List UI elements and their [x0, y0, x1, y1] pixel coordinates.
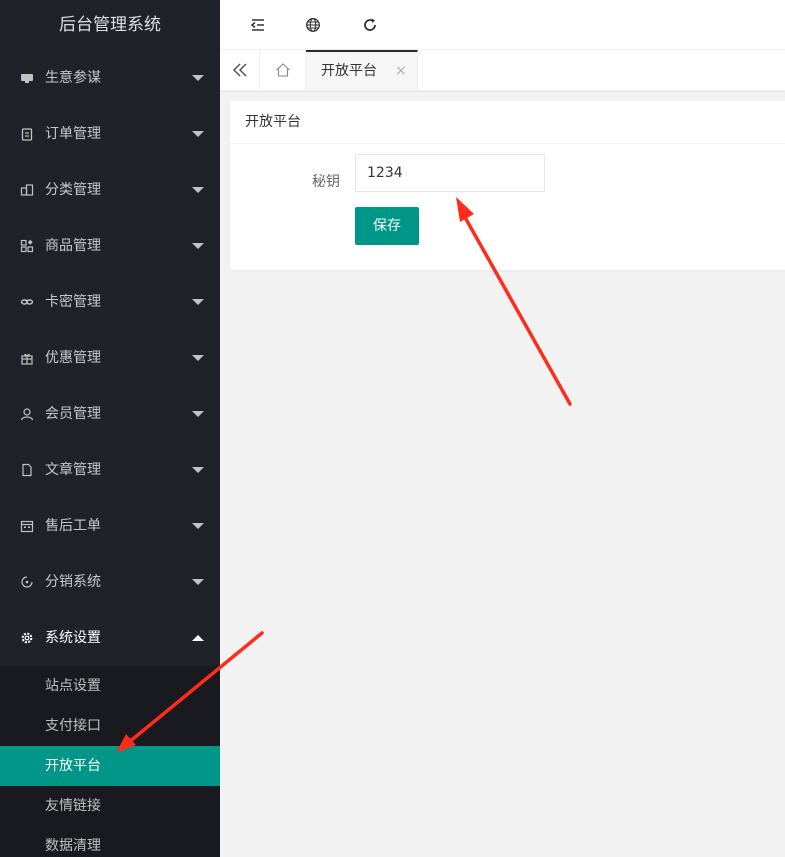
sidebar-item-label: 优惠管理	[45, 350, 101, 366]
open-platform-card: 开放平台 秘钥 保存	[230, 101, 785, 270]
gear-icon	[19, 610, 35, 666]
sidebar-item-distribution[interactable]: 分销系统	[0, 554, 220, 610]
card-title: 开放平台	[230, 101, 785, 144]
category-icon	[19, 162, 35, 218]
sidebar-item-aftersales[interactable]: 售后工单	[0, 498, 220, 554]
share-icon	[19, 554, 35, 610]
secret-key-label: 秘钥	[312, 174, 340, 190]
sidebar-subitem-open-platform[interactable]: 开放平台	[0, 746, 220, 786]
language-button[interactable]	[293, 0, 333, 50]
settings-submenu: 站点设置 支付接口 开放平台 友情链接 数据清理	[0, 666, 220, 857]
tabs-scroll-left-button[interactable]	[220, 50, 260, 90]
sidebar-subitem-payment[interactable]: 支付接口	[0, 706, 220, 746]
sidebar-item-articles[interactable]: 文章管理	[0, 442, 220, 498]
clipboard-icon	[19, 106, 35, 162]
double-chevron-left-icon	[232, 63, 247, 77]
sidebar-item-label: 商品管理	[45, 238, 101, 254]
gift-icon	[19, 330, 35, 386]
sidebar-item-label: 订单管理	[45, 126, 101, 142]
sidebar-item-label: 售后工单	[45, 518, 101, 534]
sidebar-item-category[interactable]: 分类管理	[0, 162, 220, 218]
sidebar-subitem-data-cleanup[interactable]: 数据清理	[0, 826, 220, 857]
monitor-icon	[19, 50, 35, 106]
calendar-icon	[19, 498, 35, 554]
top-header	[220, 0, 785, 50]
chevron-down-icon	[192, 75, 204, 81]
sidebar-item-label: 卡密管理	[45, 294, 101, 310]
sidebar-item-label: 分类管理	[45, 182, 101, 198]
chevron-down-icon	[192, 355, 204, 361]
close-icon[interactable]: ×	[395, 52, 407, 90]
sidebar-item-label: 文章管理	[45, 462, 101, 478]
chevron-down-icon	[192, 187, 204, 193]
user-icon	[19, 386, 35, 442]
sidebar-item-label: 分销系统	[45, 574, 101, 590]
chevron-down-icon	[192, 467, 204, 473]
sidebar: 后台管理系统 生意参谋 订单管理 分类管理 商品管理 卡密管理 优惠管理 会员管…	[0, 0, 220, 857]
chevron-down-icon	[192, 523, 204, 529]
tab-home[interactable]	[260, 50, 306, 90]
home-icon	[275, 63, 290, 77]
menu-fold-icon	[250, 19, 264, 31]
sidebar-subitem-friend-links[interactable]: 友情链接	[0, 786, 220, 826]
refresh-button[interactable]	[350, 0, 390, 50]
secret-key-input[interactable]	[355, 154, 545, 192]
file-icon	[19, 442, 35, 498]
tab-label: 开放平台	[321, 63, 377, 79]
save-button[interactable]: 保存	[355, 207, 419, 245]
sidebar-item-coupons[interactable]: 优惠管理	[0, 330, 220, 386]
sidebar-item-label: 生意参谋	[45, 70, 101, 86]
link-icon	[19, 274, 35, 330]
sidebar-item-products[interactable]: 商品管理	[0, 218, 220, 274]
page-tabs: 开放平台 ×	[220, 50, 785, 91]
chevron-up-icon	[192, 635, 204, 641]
chevron-down-icon	[192, 299, 204, 305]
sidebar-item-orders[interactable]: 订单管理	[0, 106, 220, 162]
refresh-icon	[364, 18, 376, 31]
tab-open-platform[interactable]: 开放平台 ×	[306, 50, 418, 90]
chevron-down-icon	[192, 243, 204, 249]
sidebar-item-cardkeys[interactable]: 卡密管理	[0, 274, 220, 330]
sidebar-subitem-site-settings[interactable]: 站点设置	[0, 666, 220, 706]
chevron-down-icon	[192, 411, 204, 417]
chevron-down-icon	[192, 131, 204, 137]
sidebar-item-business[interactable]: 生意参谋	[0, 50, 220, 106]
globe-icon	[306, 18, 320, 32]
sidebar-item-members[interactable]: 会员管理	[0, 386, 220, 442]
sidebar-item-settings[interactable]: 系统设置	[0, 610, 220, 666]
menu-fold-button[interactable]	[238, 0, 278, 50]
sidebar-item-label: 会员管理	[45, 406, 101, 422]
chevron-down-icon	[192, 579, 204, 585]
app-title: 后台管理系统	[0, 0, 220, 50]
sidebar-item-label: 系统设置	[45, 630, 101, 646]
app-grid-icon	[19, 218, 35, 274]
